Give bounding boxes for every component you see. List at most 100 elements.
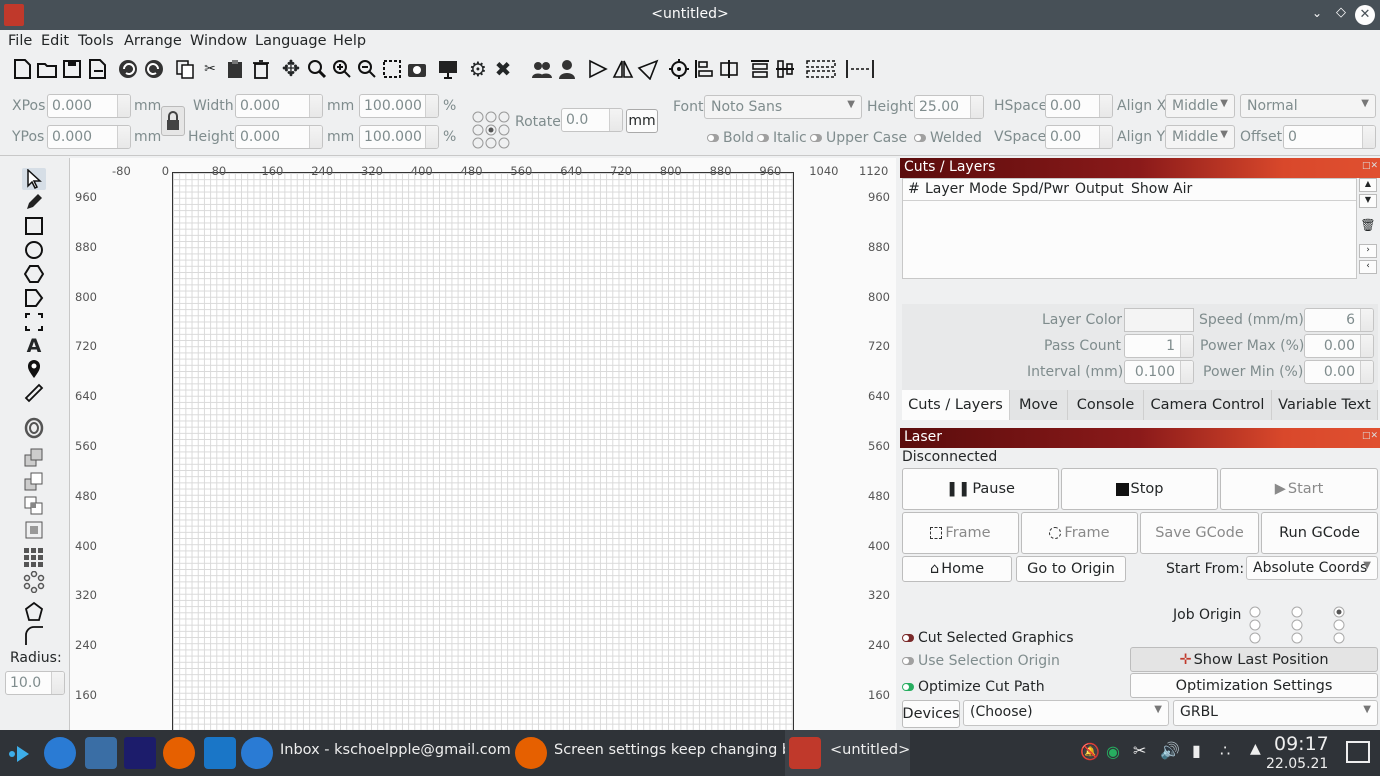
show-last-position-button[interactable]: ✛ Show Last Position: [1130, 647, 1378, 672]
clipboard-icon[interactable]: ✂: [1133, 741, 1146, 760]
zoom-in-icon[interactable]: [330, 57, 354, 81]
text-style-select[interactable]: Normal ▼: [1240, 94, 1376, 118]
lock-ratio-icon[interactable]: [161, 106, 185, 136]
align-center-icon[interactable]: [717, 57, 741, 81]
width-percent-input[interactable]: 100.000: [359, 94, 439, 118]
layers-table[interactable]: # Layer Mode Spd/Pwr Output Show Air: [902, 178, 1357, 279]
menu-edit[interactable]: Edit: [41, 33, 69, 49]
select-arrow-icon[interactable]: [22, 168, 46, 190]
task-untitled[interactable]: <untitled>: [785, 730, 910, 776]
distribute-icon[interactable]: [804, 57, 838, 81]
thunderbird-task-icon[interactable]: [241, 737, 273, 769]
height-percent-input[interactable]: 100.000: [359, 125, 439, 149]
workspace-canvas[interactable]: -80 0 80 160 240 320 400 480 560 640 720 800 880 960 1…: [70, 158, 896, 730]
wifi-icon[interactable]: ∴: [1220, 741, 1230, 760]
lightburn-icon[interactable]: [124, 737, 156, 769]
layer-color-swatch[interactable]: [1124, 308, 1194, 332]
android-icon[interactable]: ◉: [1106, 742, 1120, 761]
align-top-icon[interactable]: [748, 57, 772, 81]
text-tool-icon[interactable]: A: [22, 335, 46, 357]
ungroup-icon[interactable]: [555, 57, 579, 81]
col-output[interactable]: Output: [1075, 181, 1124, 197]
col-layer[interactable]: Layer: [925, 181, 964, 197]
mirror-v-icon[interactable]: [636, 57, 660, 81]
weld-icon[interactable]: [586, 57, 610, 81]
chevron-right-icon[interactable]: ›: [1359, 244, 1377, 258]
tab-variable-text[interactable]: Variable Text: [1272, 390, 1378, 420]
optimization-settings-button[interactable]: Optimization Settings: [1130, 673, 1378, 698]
rotate-input[interactable]: 0.0: [561, 108, 623, 132]
offset-ring-icon[interactable]: [22, 417, 46, 439]
notifications-icon[interactable]: 🔕: [1080, 742, 1100, 761]
col-spd-pwr[interactable]: Spd/Pwr: [1012, 181, 1069, 197]
menu-language[interactable]: Language: [255, 33, 327, 49]
width-input[interactable]: 0.000: [235, 94, 323, 118]
work-area-grid[interactable]: [172, 172, 794, 730]
pass-count-input[interactable]: 1: [1124, 334, 1194, 358]
clock-time[interactable]: 09:17: [1274, 733, 1329, 755]
go-to-origin-button[interactable]: Go to Origin: [1016, 556, 1126, 582]
tray-expand-icon[interactable]: ▲: [1250, 741, 1261, 757]
menu-arrange[interactable]: Arrange: [124, 33, 182, 49]
close-dock-icon[interactable]: □✕: [1362, 431, 1378, 441]
app-launcher-icon[interactable]: [8, 742, 32, 766]
show-desktop-icon[interactable]: [1346, 741, 1370, 763]
uppercase-toggle[interactable]: Upper Case: [810, 130, 907, 146]
bold-toggle[interactable]: Bold: [707, 130, 754, 146]
alignx-select[interactable]: Middle ▼: [1165, 94, 1235, 118]
new-file-icon[interactable]: [10, 57, 34, 81]
ruler-icon[interactable]: [22, 382, 46, 404]
move-down-icon[interactable]: ▼: [1359, 194, 1377, 208]
menu-file[interactable]: File: [8, 33, 32, 49]
frame-rect-button[interactable]: Frame: [902, 512, 1019, 554]
battery-icon[interactable]: ▮: [1192, 741, 1201, 760]
power-min-input[interactable]: 0.00: [1304, 360, 1374, 384]
boolean-intersect-icon[interactable]: [22, 495, 46, 517]
tab-camera-control[interactable]: Camera Control: [1144, 390, 1272, 420]
move-up-icon[interactable]: ▲: [1359, 178, 1377, 192]
optimize-cut-path-toggle[interactable]: Optimize Cut Path: [902, 679, 1045, 695]
run-gcode-button[interactable]: Run GCode: [1261, 512, 1378, 554]
tab-move[interactable]: Move: [1010, 390, 1068, 420]
pencil-icon[interactable]: [22, 191, 46, 213]
group-icon[interactable]: [530, 57, 554, 81]
height-input[interactable]: 0.000: [235, 125, 323, 149]
firefox-task-icon[interactable]: [515, 737, 547, 769]
cut-icon[interactable]: ✂: [198, 57, 222, 81]
menu-window[interactable]: Window: [190, 33, 247, 49]
hspace-input[interactable]: 0.00: [1045, 94, 1113, 118]
maximize-icon[interactable]: ◇: [1336, 5, 1346, 20]
welded-toggle[interactable]: Welded: [914, 130, 982, 146]
close-dock-icon[interactable]: □✕: [1362, 161, 1378, 171]
camera-icon[interactable]: [405, 57, 429, 81]
chevron-left-icon[interactable]: ‹: [1359, 260, 1377, 274]
trash-icon[interactable]: 🗑: [1359, 218, 1377, 234]
cut-selected-toggle[interactable]: Cut Selected Graphics: [902, 630, 1074, 646]
task-firefox[interactable]: Screen settings keep changing b...: [554, 742, 805, 758]
undo-icon[interactable]: [116, 57, 140, 81]
menu-help[interactable]: Help: [333, 33, 366, 49]
zoom-out-icon[interactable]: [355, 57, 379, 81]
ellipse-icon[interactable]: [22, 239, 46, 261]
start-from-select[interactable]: Absolute Coords ▼: [1246, 556, 1378, 580]
xpos-input[interactable]: 0.000: [47, 94, 131, 118]
col-air[interactable]: Air: [1173, 181, 1192, 197]
writer-icon[interactable]: [204, 737, 236, 769]
italic-toggle[interactable]: Italic: [757, 130, 807, 146]
thunderbird-icon[interactable]: [44, 737, 76, 769]
location-pin-icon[interactable]: [22, 358, 46, 380]
corner-round-icon[interactable]: [22, 625, 46, 647]
firefox-icon[interactable]: [163, 737, 195, 769]
settings-gear-icon[interactable]: ⚙: [466, 57, 490, 81]
task-inbox[interactable]: Inbox - kschoelpple@gmail.com ...: [280, 742, 529, 758]
font-select[interactable]: Noto Sans ▼: [704, 95, 862, 119]
polygon-icon[interactable]: [22, 263, 46, 285]
paste-icon[interactable]: [223, 57, 247, 81]
font-height-input[interactable]: 25.00: [914, 95, 984, 119]
bracket-frame-icon[interactable]: [22, 311, 46, 333]
clock-date[interactable]: 22.05.21: [1266, 756, 1328, 772]
virtualbox-icon[interactable]: [85, 737, 117, 769]
offset-input[interactable]: 0: [1283, 125, 1376, 149]
home-button[interactable]: ⌂ Home: [902, 556, 1012, 582]
move-icon[interactable]: ✥: [279, 57, 303, 82]
